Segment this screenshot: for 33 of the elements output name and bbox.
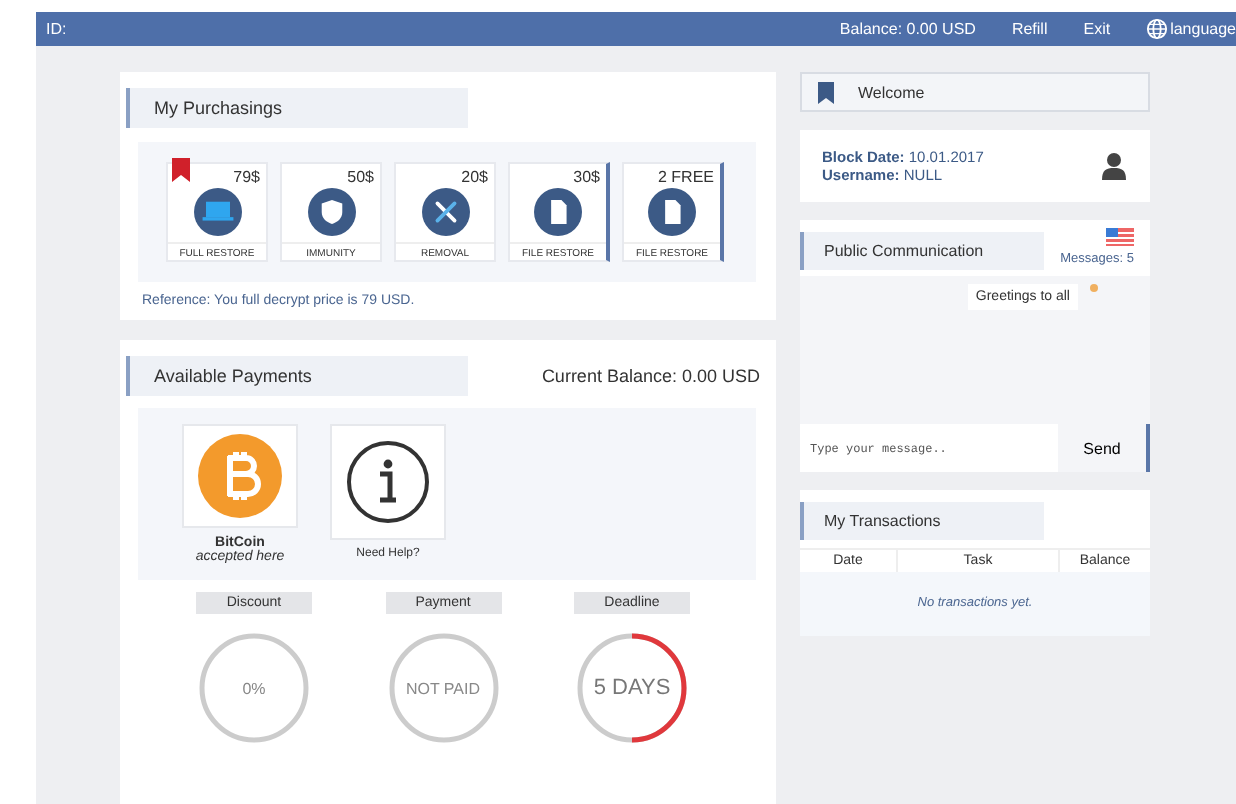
price-text: 30$ xyxy=(573,166,602,186)
payment-option[interactable] xyxy=(330,424,446,540)
shield-icon xyxy=(303,188,359,236)
current-balance-text: Current Balance: 0.00 USD xyxy=(541,366,760,386)
tools-icon xyxy=(417,188,473,236)
bitcoin-icon xyxy=(198,434,282,518)
stat-value: 5 DAYS xyxy=(593,676,671,700)
info-icon xyxy=(346,440,430,524)
price-text: 79$ xyxy=(233,166,262,186)
panel-title: My Purchasings xyxy=(126,88,468,128)
panel-title: My Transactions xyxy=(800,502,1044,540)
panel-title: Available Payments xyxy=(126,356,468,396)
top-bar-link[interactable]: Refill xyxy=(1011,20,1048,38)
stat-value: 0% xyxy=(242,679,266,697)
send-button[interactable]: Send xyxy=(1058,424,1150,472)
flag-icon xyxy=(1106,228,1134,246)
user-id-label: ID: xyxy=(46,20,67,38)
price-text: 20$ xyxy=(461,166,490,186)
bookmark-icon xyxy=(818,81,834,103)
top-bar-link[interactable]: Exit xyxy=(1083,20,1111,38)
document-icon xyxy=(644,188,700,236)
progress-ring xyxy=(194,628,314,748)
user-icon xyxy=(1102,152,1126,180)
panel-title: Public Communication xyxy=(800,232,1044,270)
price-text: 50$ xyxy=(347,166,376,186)
stat-value: NOT PAID xyxy=(405,679,481,697)
top-bar-link[interactable]: language xyxy=(1146,18,1236,40)
laptop-icon xyxy=(189,188,245,236)
welcome-title: Welcome xyxy=(858,83,925,101)
balance-text: Balance: 0.00 USD xyxy=(839,20,976,38)
globe-icon xyxy=(1146,18,1169,40)
price-text: 2 FREE xyxy=(657,166,716,186)
document-icon xyxy=(530,188,586,236)
